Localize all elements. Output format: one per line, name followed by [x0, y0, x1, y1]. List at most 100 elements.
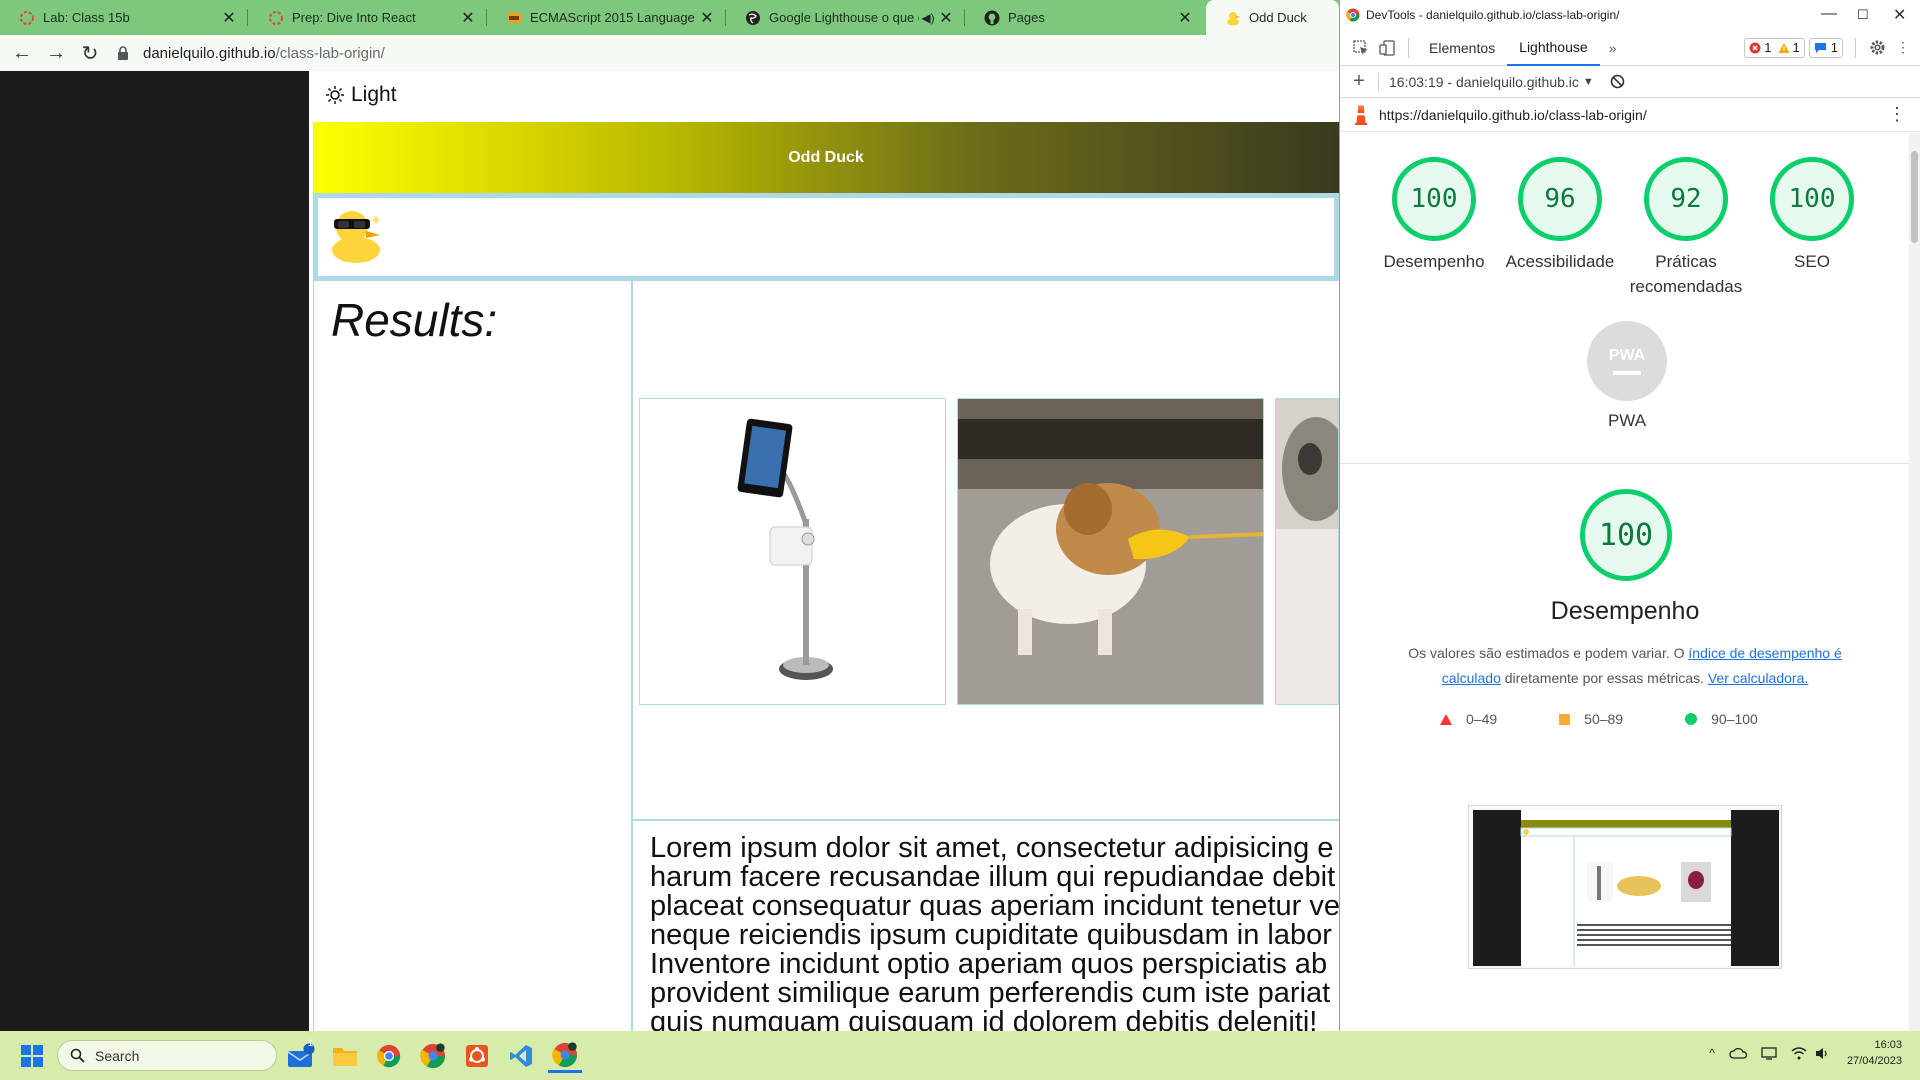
address-bar[interactable]: danielquilo.github.io/class-lab-origin/ — [111, 38, 1311, 68]
mail-app-button[interactable]: 1 — [284, 1038, 318, 1073]
lock-icon — [117, 46, 133, 60]
tab-ecmascript-spec[interactable]: ECMAScript 2015 Language Spec ✕ — [487, 0, 724, 35]
theme-toggle-button[interactable]: Light — [325, 83, 397, 107]
loading-red-icon — [19, 10, 35, 26]
tab-odd-duck[interactable]: Odd Duck — [1206, 0, 1339, 35]
warning-count: 1 — [1792, 40, 1800, 55]
report-menu-icon[interactable]: ⋮ — [1888, 104, 1906, 125]
message-count: 1 — [1830, 40, 1838, 55]
reload-button[interactable]: ↻ — [73, 38, 107, 68]
chevron-down-icon[interactable]: ▼ — [1583, 76, 1594, 88]
lorem-line: placeat consequatur quas aperiam incidun… — [650, 890, 1339, 922]
results-title: Results: — [331, 294, 498, 346]
issues-badge[interactable]: 1 1 — [1744, 37, 1805, 58]
inspect-element-icon[interactable] — [1348, 35, 1374, 61]
globe-icon — [745, 10, 761, 26]
back-button[interactable]: ← — [5, 38, 39, 68]
product-image-card[interactable] — [639, 398, 946, 705]
volume-icon[interactable] — [1815, 1047, 1831, 1060]
lorem-line: Inventore incidunt optio aperiam quos pe… — [650, 948, 1328, 980]
score-legend: 0–49 50–89 90–100 — [1440, 711, 1840, 727]
new-report-plus-icon[interactable]: + — [1346, 69, 1372, 95]
product-gallery — [632, 281, 1339, 821]
reload-icon: ↻ — [81, 42, 99, 65]
sun-icon — [325, 85, 345, 105]
file-explorer-button[interactable] — [328, 1039, 362, 1073]
green-circle-icon — [1685, 713, 1698, 725]
report-selector[interactable]: 16:03:19 - danielquilo.github.ic — [1389, 74, 1579, 90]
tab-lab-class-15b[interactable]: Lab: Class 15b ✕ — [0, 0, 246, 35]
legend-range: 50–89 — [1584, 711, 1624, 727]
red-triangle-icon — [1440, 713, 1452, 725]
score-label: SEO — [1794, 252, 1830, 271]
legend-item-fail: 0–49 — [1440, 711, 1497, 727]
devtools-tab-bar: Elementos Lighthouse » 1 1 1 ⋮ — [1340, 30, 1920, 66]
more-tabs-icon[interactable]: » — [1600, 35, 1626, 61]
site-header-banner: Odd Duck — [313, 122, 1339, 193]
messages-badge[interactable]: 1 — [1808, 37, 1843, 58]
report-scrollbar[interactable] — [1909, 133, 1920, 1031]
chrome-taskbar-button[interactable] — [372, 1039, 406, 1073]
tab-pages[interactable]: Pages ✕ — [965, 0, 1202, 35]
error-icon — [1749, 42, 1761, 54]
close-tab-icon[interactable]: ✕ — [1176, 8, 1194, 28]
score-gauge-desempenho[interactable]: 100 Desempenho — [1382, 157, 1486, 274]
results-column: Results: — [313, 281, 633, 1031]
system-clock[interactable]: 16:03 27/04/2023 — [1847, 1037, 1902, 1069]
github-icon — [984, 10, 1000, 26]
lorem-line: neque reiciendis ipsum cupiditate quibus… — [650, 919, 1332, 951]
close-tab-icon[interactable]: ✕ — [937, 8, 955, 28]
windows-taskbar: Search 1 ^ 16:03 27/04/2023 — [0, 1031, 1920, 1080]
page-screenshot-thumbnail[interactable] — [1468, 805, 1782, 969]
settings-gear-icon[interactable] — [1864, 35, 1890, 61]
taskbar-search-box[interactable]: Search — [57, 1040, 277, 1071]
score-gauge-seo[interactable]: 100 SEO — [1760, 157, 1864, 274]
scrollbar-thumb[interactable] — [1911, 151, 1918, 243]
windows-logo-icon — [21, 1045, 43, 1067]
chevron-up-icon[interactable]: ^ — [1709, 1046, 1715, 1060]
lorem-line: Lorem ipsum dolor sit amet, consectetur … — [650, 832, 1334, 864]
score-value: 100 — [1770, 157, 1854, 241]
kebab-menu-icon[interactable]: ⋮ — [1890, 35, 1916, 61]
start-button[interactable] — [15, 1039, 49, 1073]
tab-google-lighthouse[interactable]: Google Lighthouse o que é e ◀) ✕ — [726, 0, 963, 35]
close-tab-icon[interactable]: ✕ — [698, 8, 716, 28]
wifi-icon[interactable] — [1791, 1046, 1807, 1060]
tab-prep-dive-into-react[interactable]: Prep: Dive Into React ✕ — [249, 0, 485, 35]
chrome-active-taskbar-button[interactable] — [548, 1039, 582, 1073]
close-tab-icon[interactable]: ✕ — [220, 8, 238, 28]
device-toolbar-icon[interactable] — [1374, 35, 1400, 61]
score-label: Práticas recomendadas — [1629, 252, 1743, 296]
pwa-badge-text: PWA — [1608, 347, 1646, 364]
tab-lighthouse[interactable]: Lighthouse — [1507, 30, 1600, 66]
description-text: Os valores são estimados e podem variar.… — [1408, 645, 1689, 661]
lighthouse-report-bar: + 16:03:19 - danielquilo.github.ic ▼ — [1340, 66, 1920, 98]
close-window-button[interactable]: ✕ — [1893, 5, 1906, 25]
pwa-badge-icon[interactable]: PWA — [1587, 321, 1667, 401]
forward-button[interactable]: → — [39, 38, 73, 68]
clear-reports-icon[interactable] — [1610, 74, 1625, 89]
product-image-card[interactable] — [1275, 398, 1339, 705]
tab-elementos[interactable]: Elementos — [1417, 30, 1507, 66]
close-tab-icon[interactable]: ✕ — [459, 8, 477, 28]
vscode-app-button[interactable] — [504, 1039, 538, 1073]
tab-title: Prep: Dive Into React — [292, 10, 416, 25]
warning-icon — [1778, 42, 1790, 54]
dog-duck-muzzle-image — [958, 399, 1263, 704]
screenshot-preview-image — [1473, 810, 1779, 966]
chrome-profile-taskbar-button[interactable] — [416, 1039, 450, 1073]
product-image-card[interactable] — [957, 398, 1264, 705]
score-gauge-praticas-recomendadas[interactable]: 92 Práticas recomendadas — [1624, 157, 1748, 299]
display-icon[interactable] — [1761, 1046, 1777, 1060]
onedrive-cloud-icon[interactable] — [1729, 1047, 1747, 1059]
minimize-window-button[interactable]: — — [1821, 5, 1837, 23]
score-gauge-acessibilidade[interactable]: 96 Acessibilidade — [1504, 157, 1616, 274]
ubuntu-app-button[interactable] — [460, 1039, 494, 1073]
tab-title: Odd Duck — [1249, 10, 1307, 25]
page-viewport: Light Odd Duck Results: Lorem ipsum dolo… — [0, 71, 1339, 1031]
maximize-window-button[interactable]: ☐ — [1857, 7, 1869, 23]
tab-title: ECMAScript 2015 Language Spec — [530, 10, 698, 25]
mute-tab-icon[interactable]: ◀) — [919, 11, 937, 25]
calculator-link[interactable]: Ver calculadora. — [1708, 670, 1808, 686]
arrow-right-icon: → — [46, 41, 66, 64]
